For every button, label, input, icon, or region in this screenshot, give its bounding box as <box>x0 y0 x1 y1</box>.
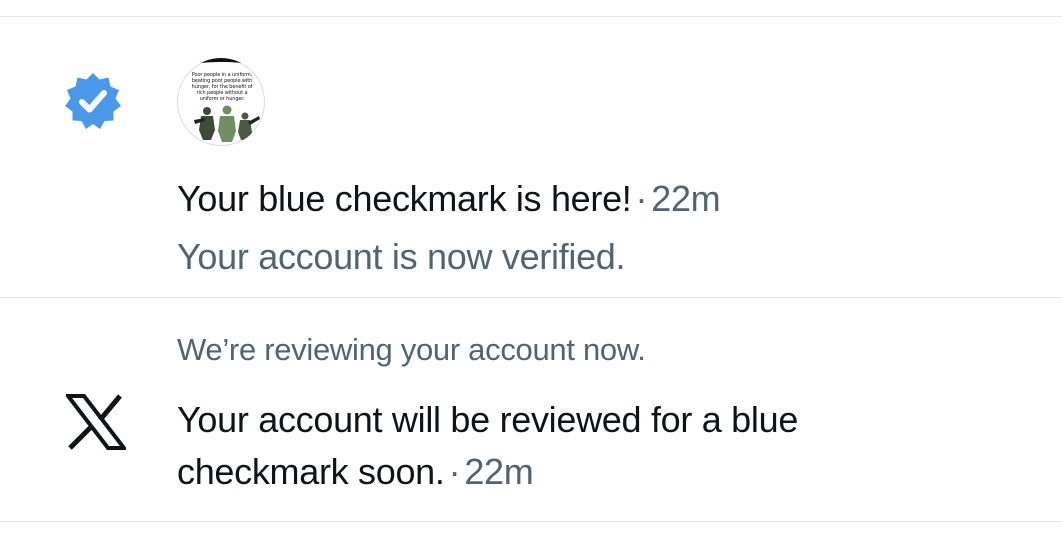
x-logo-icon <box>63 394 129 450</box>
title-text: Your blue checkmark is here! <box>177 178 632 219</box>
body-line2-text: checkmark soon. <box>177 451 445 492</box>
bottom-divider <box>0 521 1062 522</box>
notification-review[interactable]: We’re reviewing your account now. Your a… <box>0 298 1062 522</box>
notification-title: Your blue checkmark is here! · 22m <box>177 177 721 221</box>
notification-subtitle: Your account is now verified. <box>177 236 626 277</box>
avatar[interactable]: Poor people in a uniform, beating poor p… <box>177 58 265 146</box>
timestamp: 22m <box>651 178 721 219</box>
notification-verified[interactable]: Poor people in a uniform, beating poor p… <box>0 17 1062 298</box>
notification-body-line1: Your account will be reviewed for a blue <box>177 399 799 440</box>
timestamp: 22m <box>464 451 534 492</box>
notification-heading: We’re reviewing your account now. <box>177 332 646 367</box>
separator-dot: · <box>635 178 648 219</box>
separator-dot: · <box>448 451 461 492</box>
notification-body-line2: checkmark soon. · 22m <box>177 450 534 494</box>
verified-badge-icon <box>63 71 123 131</box>
avatar-caption: Poor people in a uniform, beating poor p… <box>191 72 253 102</box>
